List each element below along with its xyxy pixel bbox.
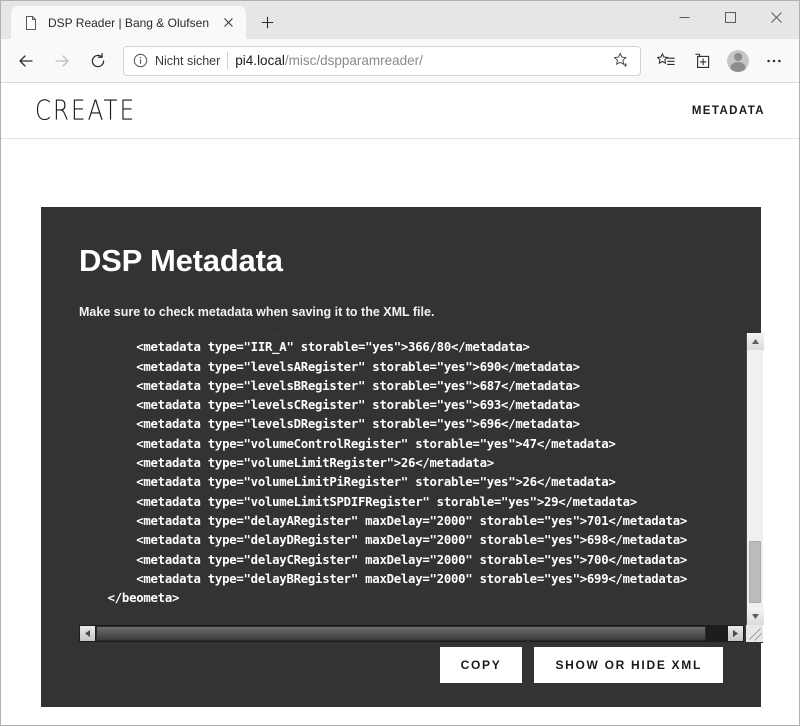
site-header: CREATE METADATA [1,83,799,139]
settings-menu-button[interactable] [757,44,791,78]
resize-grip-icon[interactable] [746,625,763,642]
scroll-left-button[interactable] [80,626,95,641]
add-tab-group-button[interactable] [685,44,719,78]
nav-item-metadata[interactable]: METADATA [692,105,765,117]
caret-left-icon [85,630,90,637]
horizontal-scroll-thumb[interactable] [96,626,706,641]
back-button[interactable] [9,44,43,78]
caret-right-icon [733,630,738,637]
minimize-icon [679,16,689,18]
tab-strip: DSP Reader | Bang & Olufsen [1,1,282,39]
window-close-button[interactable] [753,1,799,33]
show-hide-xml-button[interactable]: SHOW OR HIDE XML [534,647,723,683]
tab-title: DSP Reader | Bang & Olufsen [48,15,209,30]
xml-code-box[interactable]: <metadata type="IIR_B" storable="yes">44… [79,333,744,625]
site-logo[interactable]: CREATE [35,95,136,126]
collections-icon [657,52,675,65]
ellipsis-icon [767,59,781,62]
horizontal-scroll-track[interactable] [96,626,727,641]
window-close-icon [770,11,782,23]
maximize-icon [724,11,736,23]
caret-up-icon [752,339,759,344]
omnibox-divider [227,52,229,69]
horizontal-scrollbar[interactable] [79,625,744,642]
page-viewport: CREATE METADATA DSP Metadata Make sure t… [1,83,799,725]
scroll-up-button[interactable] [747,333,764,350]
register-card-row: Buff1_2 24 PiDetect 36 SPDIFDetect 32 [41,723,761,725]
xml-content: <metadata type="IIR_B" storable="yes">44… [79,333,688,608]
info-circle-icon[interactable] [133,53,148,68]
reload-button[interactable] [81,44,115,78]
address-bar[interactable]: Nicht sicher pi4.local/misc/dspparamread… [123,45,641,76]
star-add-icon[interactable] [608,48,634,74]
forward-button[interactable] [45,44,79,78]
plus-icon [261,16,273,28]
profile-button[interactable] [721,44,755,78]
copy-button[interactable]: COPY [439,647,523,683]
caret-down-icon [752,614,759,619]
url-host: pi4.local [235,53,285,68]
scroll-right-button[interactable] [728,626,743,641]
security-status-text: Nicht sicher [155,53,221,68]
page-document-icon [26,15,36,30]
panel-action-buttons: COPY SHOW OR HIDE XML [79,647,723,683]
minimize-button[interactable] [661,1,707,33]
close-icon[interactable] [218,13,238,33]
browser-toolbar: Nicht sicher pi4.local/misc/dspparamread… [1,39,799,83]
browser-tab[interactable]: DSP Reader | Bang & Olufsen [11,6,246,39]
panel-subtitle: Make sure to check metadata when saving … [79,305,435,319]
url-path: /misc/dspparamreader/ [284,53,423,68]
xml-visible-lines: <metadata type="IIR_A" storable="yes">36… [107,340,688,606]
maximize-button[interactable] [707,1,753,33]
browser-titlebar: DSP Reader | Bang & Olufsen [1,1,799,39]
vertical-scroll-thumb[interactable] [749,541,761,603]
xml-clipped-line: <metadata type="IIR_B" storable="yes">44… [79,333,530,335]
dsp-metadata-panel: DSP Metadata Make sure to check metadata… [41,207,764,707]
avatar-icon [727,49,749,72]
arrow-right-icon [55,54,69,67]
vertical-scrollbar[interactable] [746,333,764,625]
new-tab-button[interactable] [252,7,282,37]
reload-icon [91,52,105,67]
page-title: DSP Metadata [79,243,283,278]
url-text: pi4.local/misc/dspparamreader/ [235,53,601,68]
collections-button[interactable] [649,44,683,78]
scroll-down-button[interactable] [747,608,764,625]
arrow-left-icon [19,54,33,67]
window-controls [661,1,799,33]
add-tab-group-icon [695,53,710,68]
xml-code-region: <metadata type="IIR_B" storable="yes">44… [79,333,764,643]
browser-window: DSP Reader | Bang & Olufsen Nicht sicher… [0,0,800,726]
